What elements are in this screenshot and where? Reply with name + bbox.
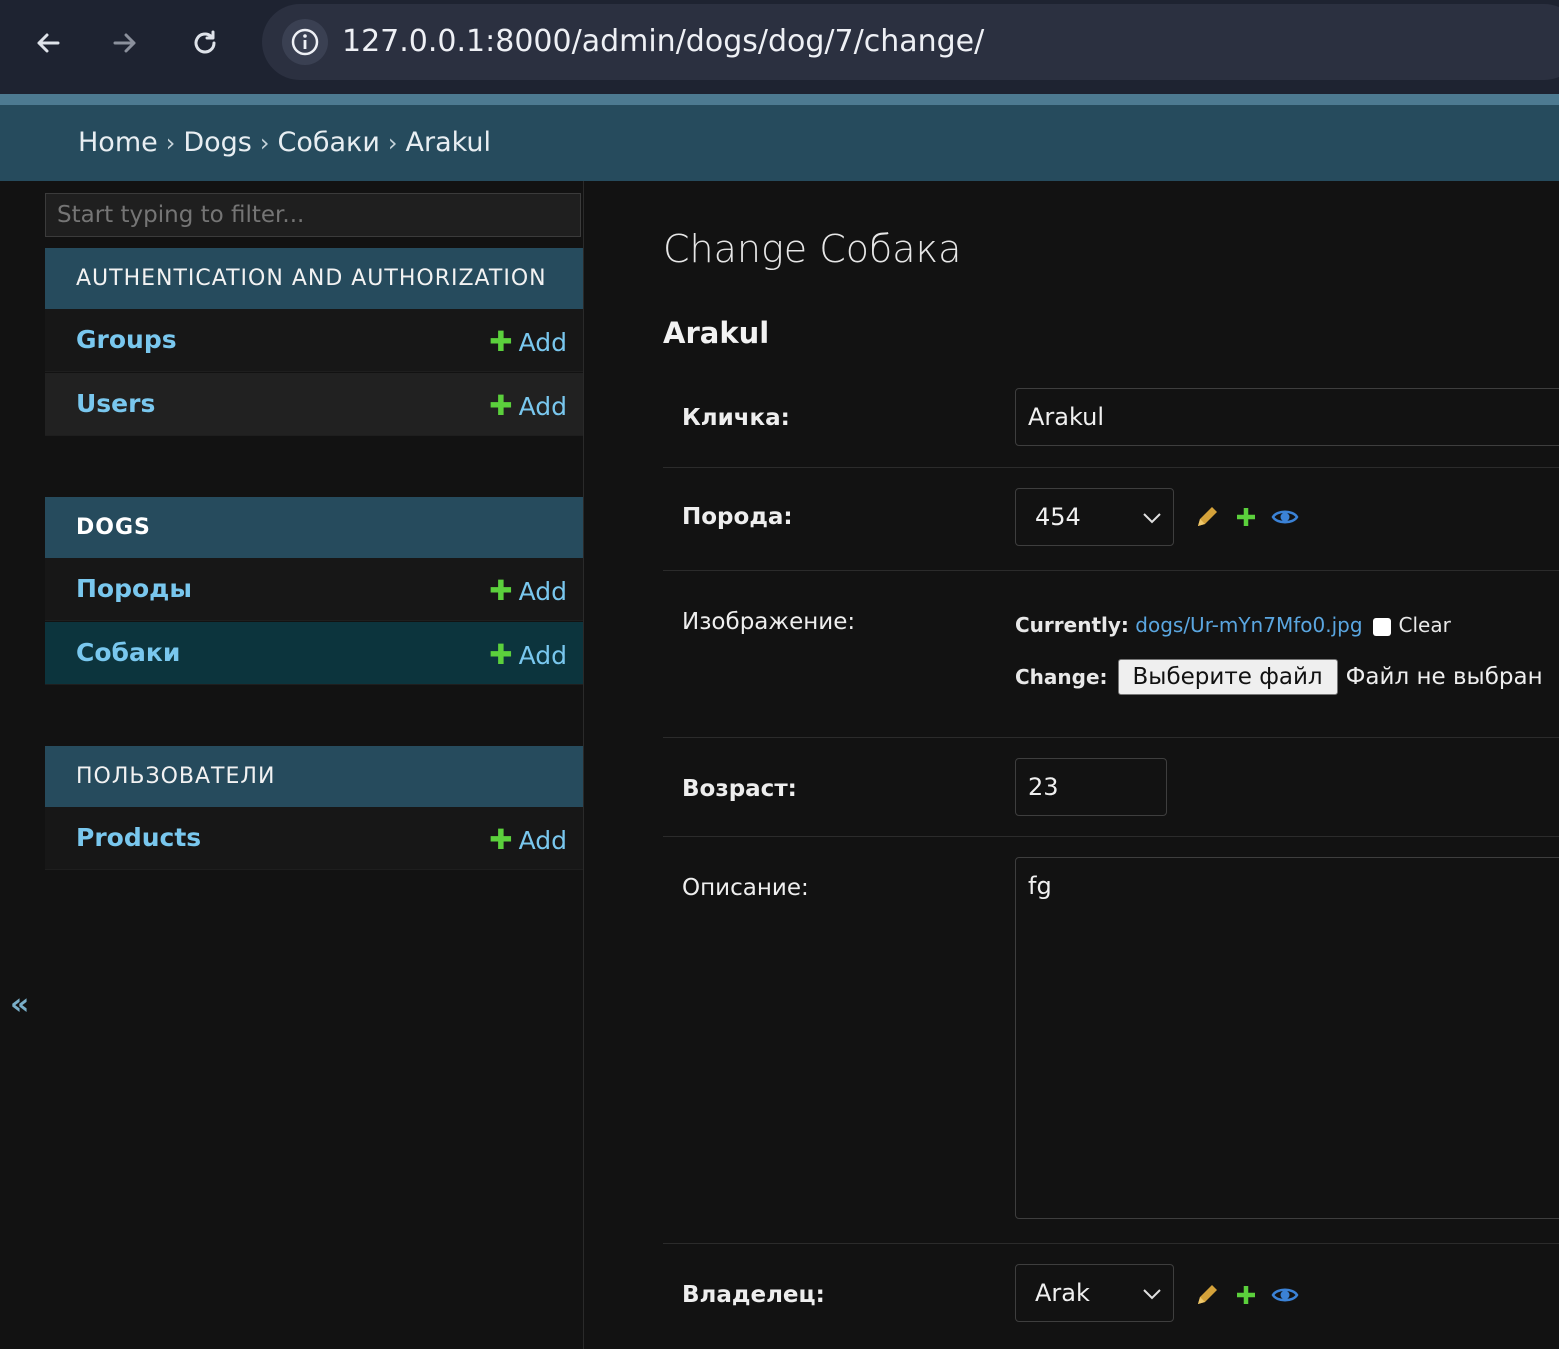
change-file-line: Change: Выберите файл Файл не выбран [1015,659,1543,695]
sidebar-item-users: Users ✚ Add [45,373,583,436]
add-label: Add [518,392,567,421]
section-header-users-app[interactable]: ПОЛЬЗОВАТЕЛИ [45,746,583,807]
field-label-description: Описание: [682,875,809,901]
breadcrumb-home[interactable]: Home [78,127,158,158]
sidebar-link-porody[interactable]: Породы [76,574,192,603]
field-label-owner: Владелец: [682,1282,825,1308]
chevron-down-icon [1143,1289,1161,1300]
breadcrumb-bar: Home › Dogs › Собаки › Arakul [0,105,1559,181]
breadcrumb-separator: › [165,129,176,157]
forward-button[interactable] [100,18,150,68]
reload-button[interactable] [180,18,230,68]
page-title: Change Собака [663,227,962,271]
breadcrumb-current: Arakul [405,127,492,158]
sidebar-item-porody: Породы ✚ Add [45,558,583,621]
current-file-line: Currently: dogs/Ur-mYn7Mfo0.jpg Clear [1015,613,1451,637]
form-row-description: Описание: fg [663,837,1559,1244]
breadcrumb-dogs[interactable]: Dogs [183,127,252,158]
add-breed-button[interactable] [1231,502,1261,532]
sidebar-link-sobaki[interactable]: Собаки [76,638,180,667]
edit-breed-button[interactable] [1192,502,1222,532]
section-header-dogs[interactable]: DOGS [45,497,583,558]
arrow-right-icon [113,33,136,53]
eye-icon [1271,510,1299,524]
breadcrumb-sobaki[interactable]: Собаки [277,127,379,158]
clear-checkbox[interactable] [1372,617,1391,636]
sidebar-link-users[interactable]: Users [76,389,155,418]
add-label: Add [518,641,567,670]
owner-select-value: Arak [1035,1279,1090,1307]
sidebar-filter-input[interactable] [45,193,581,237]
url-text[interactable]: 127.0.0.1:8000/admin/dogs/dog/7/change/ [342,24,984,59]
choose-file-button[interactable]: Выберите файл [1117,659,1338,695]
add-porody-link[interactable]: ✚ Add [489,574,567,607]
add-users-link[interactable]: ✚ Add [489,389,567,422]
breed-select[interactable]: 454 [1015,488,1174,546]
form-row-breed: Порода: 454 [663,468,1559,571]
field-label-image: Изображение: [682,609,856,635]
breed-select-value: 454 [1035,503,1081,531]
name-input[interactable] [1015,388,1559,446]
plus-icon: ✚ [489,574,513,607]
breadcrumb-separator: › [259,129,270,157]
sidebar-item-sobaki: Собаки ✚ Add [45,622,583,685]
add-sobaki-link[interactable]: ✚ Add [489,638,567,671]
owner-select[interactable]: Arak [1015,1264,1174,1322]
age-input[interactable] [1015,758,1167,816]
reload-icon [194,30,216,54]
plus-icon [1237,508,1255,526]
form-row-age: Возраст: [663,738,1559,837]
main-content: Change Собака Arakul Кличка: Порода: 454… [584,181,1559,1349]
sidebar-item-groups: Groups ✚ Add [45,309,583,372]
eye-icon [1271,1288,1299,1302]
add-label: Add [518,328,567,357]
browser-toolbar: 127.0.0.1:8000/admin/dogs/dog/7/change/ [0,0,1559,94]
breadcrumb: Home › Dogs › Собаки › Arakul [78,127,491,158]
collapse-sidebar-button[interactable]: « [10,987,29,1022]
currently-label: Currently: [1015,613,1129,637]
field-label-breed: Порода: [682,504,793,530]
plus-icon: ✚ [489,325,513,358]
plus-icon: ✚ [489,638,513,671]
description-textarea[interactable]: fg [1015,857,1559,1219]
form-row-owner: Владелец: Arak [663,1244,1559,1349]
field-label-age: Возраст: [682,776,797,802]
plus-icon: ✚ [489,389,513,422]
header-accent-strip [0,94,1559,105]
breadcrumb-separator: › [387,129,398,157]
clear-label[interactable]: Clear [1399,613,1451,637]
arrow-left-icon [37,33,60,53]
sidebar-toggle-strip: « [0,181,45,1349]
add-label: Add [518,577,567,606]
sidebar-link-products[interactable]: Products [76,823,201,852]
info-icon[interactable] [282,19,328,65]
view-breed-button[interactable] [1270,502,1300,532]
pencil-icon [1198,507,1217,526]
form-row-image: Изображение: Currently: dogs/Ur-mYn7Mfo0… [663,571,1559,738]
add-groups-link[interactable]: ✚ Add [489,325,567,358]
object-name: Arakul [663,316,770,350]
add-products-link[interactable]: ✚ Add [489,823,567,856]
no-file-text: Файл не выбран [1345,664,1543,690]
view-owner-button[interactable] [1270,1280,1300,1310]
chevron-down-icon [1143,513,1161,524]
add-label: Add [518,826,567,855]
add-owner-button[interactable] [1231,1280,1261,1310]
change-label: Change: [1015,665,1108,689]
form-row-name: Кличка: [663,381,1559,468]
plus-icon: ✚ [489,823,513,856]
current-file-link[interactable]: dogs/Ur-mYn7Mfo0.jpg [1135,613,1362,637]
sidebar-link-groups[interactable]: Groups [76,325,177,354]
nav-sidebar: AUTHENTICATION AND AUTHORIZATION Groups … [44,181,584,1349]
section-header-auth[interactable]: AUTHENTICATION AND AUTHORIZATION [45,248,583,309]
address-bar[interactable]: 127.0.0.1:8000/admin/dogs/dog/7/change/ [262,4,1559,80]
field-label-name: Кличка: [682,405,790,431]
back-button[interactable] [23,18,73,68]
pencil-icon [1198,1285,1217,1304]
plus-icon [1237,1286,1255,1304]
sidebar-item-products: Products ✚ Add [45,807,583,870]
edit-owner-button[interactable] [1192,1280,1222,1310]
